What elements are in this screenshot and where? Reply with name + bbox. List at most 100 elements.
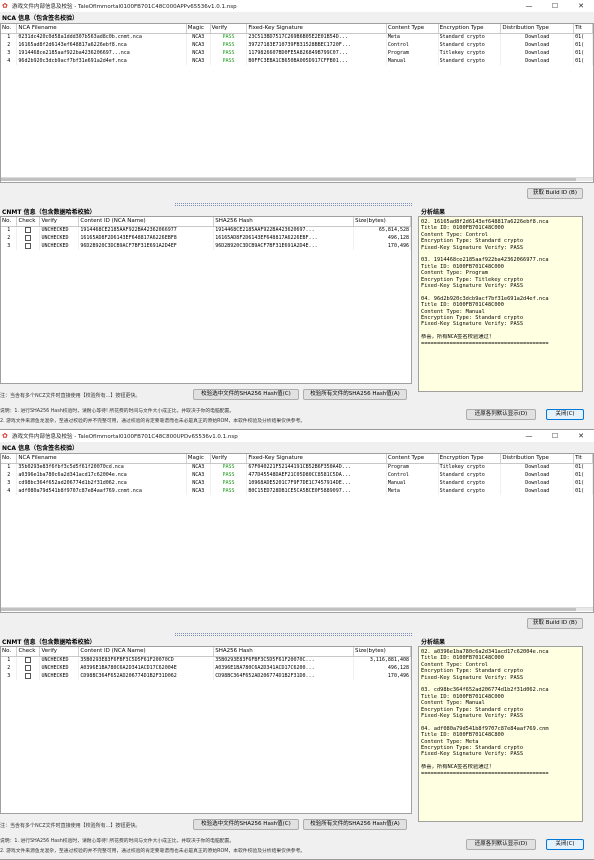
nca-scrollbar[interactable] — [1, 607, 593, 611]
nca-scrollbar[interactable] — [1, 177, 593, 181]
row-checkbox[interactable] — [25, 672, 32, 679]
nca-cell: NCA3 — [186, 479, 211, 487]
cnmt-column-header[interactable]: Check — [16, 647, 41, 657]
close-window-button[interactable]: ✕ — [568, 0, 594, 12]
verify-all-button[interactable]: 校验所有文件的SHA256 Hash值(A) — [303, 819, 407, 830]
verify-selected-button[interactable]: 校验选中文件的SHA256 Hash值(C) — [193, 389, 299, 400]
cnmt-cell: 3,116,881,408 — [353, 656, 411, 664]
nca-column-header[interactable]: Verify — [210, 24, 248, 34]
nca-cell: Titlekey crypto — [438, 49, 502, 57]
cnmt-cell: UNCHECKED — [39, 672, 80, 680]
nca-cell: PASS — [210, 41, 248, 49]
nca-table-row[interactable]: 3 1914468ce2185aaf922ba4236206697...nca NC… — [1, 49, 593, 57]
result-section-label: 分析结果 — [421, 639, 446, 646]
maximize-button[interactable]: ☐ — [542, 430, 568, 442]
nca-column-header[interactable]: Magic — [186, 454, 211, 464]
nca-table-row[interactable]: 1 0231dc420c0d58a1ddd307b563ad8c0b.cnmt.n… — [1, 33, 593, 41]
nca-column-header[interactable]: No. — [1, 24, 18, 34]
nca-cell: 1914468ce2185aaf922ba4236206697...nca — [16, 49, 187, 57]
nca-column-header[interactable]: NCA Filename — [16, 24, 187, 34]
nca-table-row[interactable]: 3 cd98bc364f652ad206774d1b2f31d062.nca NCA… — [1, 479, 593, 487]
nca-section-label: NCA 信息（包含签名校验） — [2, 445, 79, 452]
nca-table-row[interactable]: 1 35b0293e83f6fbf3c5d5f61f20070cd.nca NCA3… — [1, 463, 593, 471]
cnmt-table-body: No. Check Verify Content ID (NCA Name) SHA25… — [1, 217, 411, 250]
nca-column-header[interactable]: Encryption Type — [438, 24, 502, 34]
row-checkbox[interactable] — [25, 234, 32, 241]
nca-column-header[interactable]: Verify — [210, 454, 248, 464]
cnmt-column-header[interactable]: No. — [1, 647, 18, 657]
verify-all-button[interactable]: 校验所有文件的SHA256 Hash值(A) — [303, 389, 407, 400]
cnmt-column-header[interactable]: Size(bytes) — [353, 217, 411, 227]
cnmt-column-header[interactable]: SHA256 Hash — [213, 217, 355, 227]
cnmt-cell: 496,128 — [353, 234, 411, 242]
close-window-button[interactable]: ✕ — [568, 430, 594, 442]
nca-column-header[interactable]: No. — [1, 454, 18, 464]
note-line-2: 2. 游戏文件来源鱼龙混杂，至通过校验的并不完整可用，通过校验的肯定要靠谱而也未… — [0, 849, 306, 854]
splitter-handle[interactable] — [175, 633, 412, 636]
cnmt-table-row[interactable]: 1 UNCHECKED 1914468CE2185AAF922BA423620669… — [1, 226, 411, 234]
nca-table-row[interactable]: 2 16165ad8f2d6143ef648817a6226ebf8.nca NCA… — [1, 41, 593, 49]
minimize-button[interactable]: — — [516, 0, 542, 12]
row-checkbox[interactable] — [25, 657, 32, 663]
nca-cell: NCA3 — [186, 41, 211, 49]
cnmt-column-header[interactable]: SHA256 Hash — [213, 647, 355, 657]
nca-cell: 3 — [1, 479, 18, 487]
nca-column-header[interactable]: NCA Filename — [16, 454, 187, 464]
nca-cell: Download — [500, 471, 575, 479]
cnmt-column-header[interactable]: Content ID (NCA Name) — [78, 217, 215, 227]
nca-table-row[interactable]: 4 adf080a79d541b8f9707c87e84aaf769.cnmt.n… — [1, 487, 593, 495]
close-button[interactable]: 关闭(C) — [546, 409, 584, 420]
row-checkbox[interactable] — [25, 242, 32, 249]
cnmt-column-header[interactable]: Size(bytes) — [353, 647, 411, 657]
nca-column-header[interactable]: Content Type — [386, 24, 439, 34]
nca-cell: Standard crypto — [438, 57, 502, 65]
cnmt-table[interactable]: No. Check Verify Content ID (NCA Name) SHA25… — [0, 646, 412, 814]
nca-section-label: NCA 信息（包含签名校验） — [2, 15, 79, 22]
nca-table-row[interactable]: 4 96d2b920c3dcb9acf7bf31e691a2d4ef.nca NCA… — [1, 57, 593, 65]
nca-cell: Manual — [386, 479, 439, 487]
cnmt-column-header[interactable]: Check — [16, 217, 41, 227]
minimize-button[interactable]: — — [516, 430, 542, 442]
nca-cell: 01( — [573, 479, 593, 487]
cnmt-table-row[interactable]: 3 UNCHECKED 96D2B920C3DCB9ACF7BF31E691A2D4… — [1, 242, 411, 250]
nca-scrollbar-thumb[interactable] — [1, 178, 576, 181]
nca-column-header[interactable]: Content Type — [386, 454, 439, 464]
cnmt-cell: 3 — [1, 242, 18, 250]
close-button[interactable]: 关闭(C) — [546, 839, 584, 850]
cnmt-table-row[interactable]: 1 UNCHECKED 35B0293E83F6FBF3C5D5F61F20070C… — [1, 656, 411, 664]
nca-scrollbar-thumb[interactable] — [1, 608, 576, 611]
cnmt-table[interactable]: No. Check Verify Content ID (NCA Name) SHA25… — [0, 216, 412, 384]
verify-selected-button[interactable]: 校验选中文件的SHA256 Hash值(C) — [193, 819, 299, 830]
cnmt-column-header[interactable]: Verify — [39, 217, 80, 227]
nca-column-header[interactable]: Magic — [186, 24, 211, 34]
verify-window: ✿ 游戏文件内部信息及校验 - TaleOfImmortal0100FB701C… — [0, 0, 594, 430]
nca-column-header[interactable]: Tit — [573, 24, 593, 34]
row-checkbox[interactable] — [25, 664, 32, 671]
row-checkbox[interactable] — [25, 227, 32, 233]
nca-table-row[interactable]: 2 a0396e1ba780c6a2d341acd17c62004e.nca NCA… — [1, 471, 593, 479]
splitter-handle[interactable] — [175, 203, 412, 206]
cnmt-table-row[interactable]: 2 UNCHECKED A0396E1BA780C6A2D341ACD17C6200… — [1, 664, 411, 672]
get-build-id-button[interactable]: 获取 Build ID (B) — [527, 188, 583, 199]
app-icon: ✿ — [2, 1, 8, 10]
analysis-result-panel[interactable]: 02. a0396e1ba780c6a2d341acd17c62004e.nca… — [418, 646, 583, 822]
nca-column-header[interactable]: Encryption Type — [438, 454, 502, 464]
nca-column-header[interactable]: Fixed-Key Signature — [246, 24, 387, 34]
cnmt-column-header[interactable]: Content ID (NCA Name) — [78, 647, 215, 657]
nca-table[interactable]: No. NCA Filename Magic Verify Fixed-Key Sign… — [0, 453, 594, 613]
cnmt-table-row[interactable]: 3 UNCHECKED CD98BC364F652AD206774D1B2F31D0… — [1, 672, 411, 680]
restore-columns-button[interactable]: 还原各列默认显示(D) — [466, 409, 536, 420]
maximize-button[interactable]: ☐ — [542, 0, 568, 12]
get-build-id-button[interactable]: 获取 Build ID (B) — [527, 618, 583, 629]
cnmt-table-row[interactable]: 2 UNCHECKED 16165AD8F2D6143EF648817A6226EB… — [1, 234, 411, 242]
cnmt-column-header[interactable]: No. — [1, 217, 18, 227]
nca-column-header[interactable]: Tit — [573, 454, 593, 464]
cnmt-column-header[interactable]: Verify — [39, 647, 80, 657]
nca-column-header[interactable]: Fixed-Key Signature — [246, 454, 387, 464]
restore-columns-button[interactable]: 还原各列默认显示(D) — [466, 839, 536, 850]
nca-column-header[interactable]: Distribution Type — [500, 454, 575, 464]
nca-cell: PASS — [210, 471, 248, 479]
nca-table[interactable]: No. NCA Filename Magic Verify Fixed-Key Sign… — [0, 23, 594, 183]
nca-column-header[interactable]: Distribution Type — [500, 24, 575, 34]
analysis-result-panel[interactable]: 02. 16165ad8f2d6143ef648817a6226ebf8.nca… — [418, 216, 583, 392]
